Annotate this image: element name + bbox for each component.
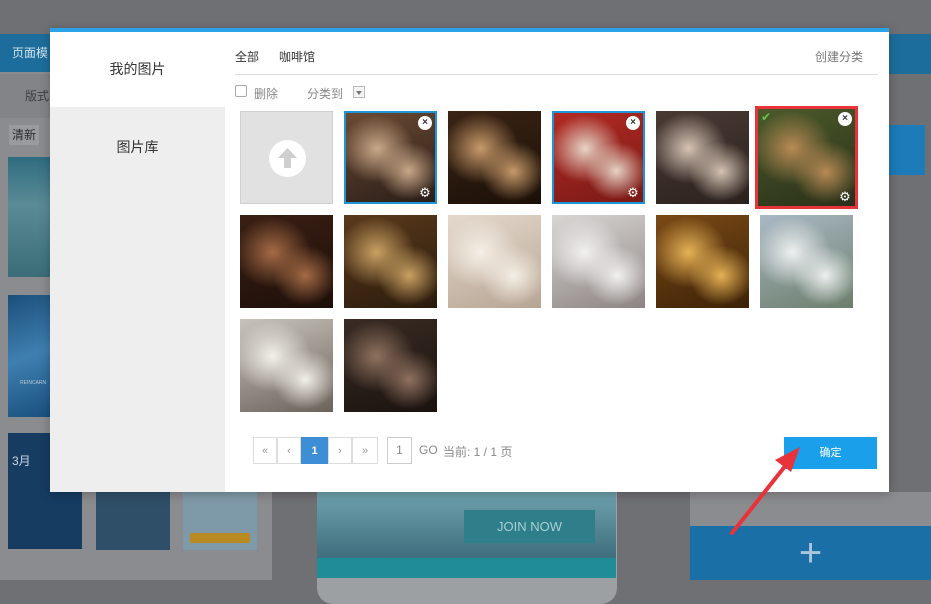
dialog-sidebar: 我的图片 图片库: [50, 32, 225, 492]
image-tile-couple-cafe-table[interactable]: [656, 111, 749, 204]
category-bar: 全部 咖啡馆 创建分类: [235, 32, 878, 75]
background-right-panel: [690, 492, 931, 526]
page-jump-input[interactable]: 1: [387, 437, 412, 464]
background-add-page-button: +: [690, 526, 931, 580]
image-tile-couple-outdoor[interactable]: [760, 215, 853, 308]
background-phone-bottom-bar: [317, 558, 616, 578]
category-cafe-tab[interactable]: 咖啡馆: [279, 48, 315, 65]
image-picker-dialog: 我的图片 图片库 全部 咖啡馆 创建分类 删除 分类到 × ⚙ × ⚙ × ⚙ ✔ « ‹ …: [50, 28, 889, 492]
image-tile-couple-on-chair[interactable]: × ⚙: [344, 111, 437, 204]
page-info-text: 当前: 1 / 1 页: [443, 445, 513, 459]
image-tile-couple-street[interactable]: [344, 319, 437, 412]
select-all-checkbox[interactable]: [235, 85, 247, 97]
background-right-block: [888, 125, 925, 175]
create-category-link[interactable]: 创建分类: [815, 48, 863, 65]
category-dropdown-toggle[interactable]: [353, 86, 365, 98]
image-tile-cafe-sign[interactable]: × ⚙ ✔: [755, 106, 858, 209]
confirm-button[interactable]: 确定: [784, 437, 877, 469]
image-tile-couple-red-phonebooth[interactable]: × ⚙: [552, 111, 645, 204]
image-settings-gear-icon[interactable]: ⚙: [418, 186, 432, 200]
sidebar-item-image-library[interactable]: 图片库: [50, 110, 225, 185]
page-next-button[interactable]: ›: [328, 437, 352, 464]
background-thumb-text: REINCARN: [20, 380, 47, 386]
image-tile-coffee-cup[interactable]: [448, 111, 541, 204]
upload-circle: [269, 140, 306, 177]
image-tile-couple-window[interactable]: [240, 319, 333, 412]
category-all-tab[interactable]: 全部: [235, 48, 259, 65]
background-right-header: [888, 34, 931, 74]
image-settings-gear-icon[interactable]: ⚙: [838, 190, 852, 204]
image-tile-cafe-interior-1[interactable]: [240, 215, 333, 308]
page-go-button[interactable]: GO: [419, 443, 438, 457]
remove-image-icon[interactable]: ×: [626, 116, 640, 130]
sidebar-item-my-images[interactable]: 我的图片: [50, 32, 225, 107]
image-tile-couple-golden-light[interactable]: [656, 215, 749, 308]
remove-image-icon[interactable]: ×: [838, 112, 852, 126]
selected-check-icon: ✔: [761, 110, 772, 124]
page-first-button[interactable]: «: [253, 437, 277, 464]
image-tile-cafe-interior-2[interactable]: [344, 215, 437, 308]
remove-image-icon[interactable]: ×: [418, 116, 432, 130]
move-to-category-label: 分类到: [307, 87, 344, 101]
background-template-thumb: [8, 295, 50, 417]
background-fresh-filter: 清新: [9, 125, 39, 145]
image-tile-couple-lying[interactable]: [448, 215, 541, 308]
background-template-thumb: [8, 157, 50, 277]
page-number-button[interactable]: 1: [301, 437, 328, 464]
background-thumb-month: 3月: [12, 454, 31, 468]
background-thumb-bar: [190, 533, 250, 543]
image-tile-couple-kiss-white[interactable]: [552, 215, 645, 308]
delete-action[interactable]: 删除: [254, 85, 278, 102]
background-join-now-button: JOIN NOW: [464, 510, 595, 543]
upload-arrow-icon: [278, 148, 297, 168]
image-settings-gear-icon[interactable]: ⚙: [626, 186, 640, 200]
upload-image-tile[interactable]: [240, 111, 333, 204]
page-prev-button[interactable]: ‹: [277, 437, 301, 464]
page-last-button[interactable]: »: [352, 437, 378, 464]
